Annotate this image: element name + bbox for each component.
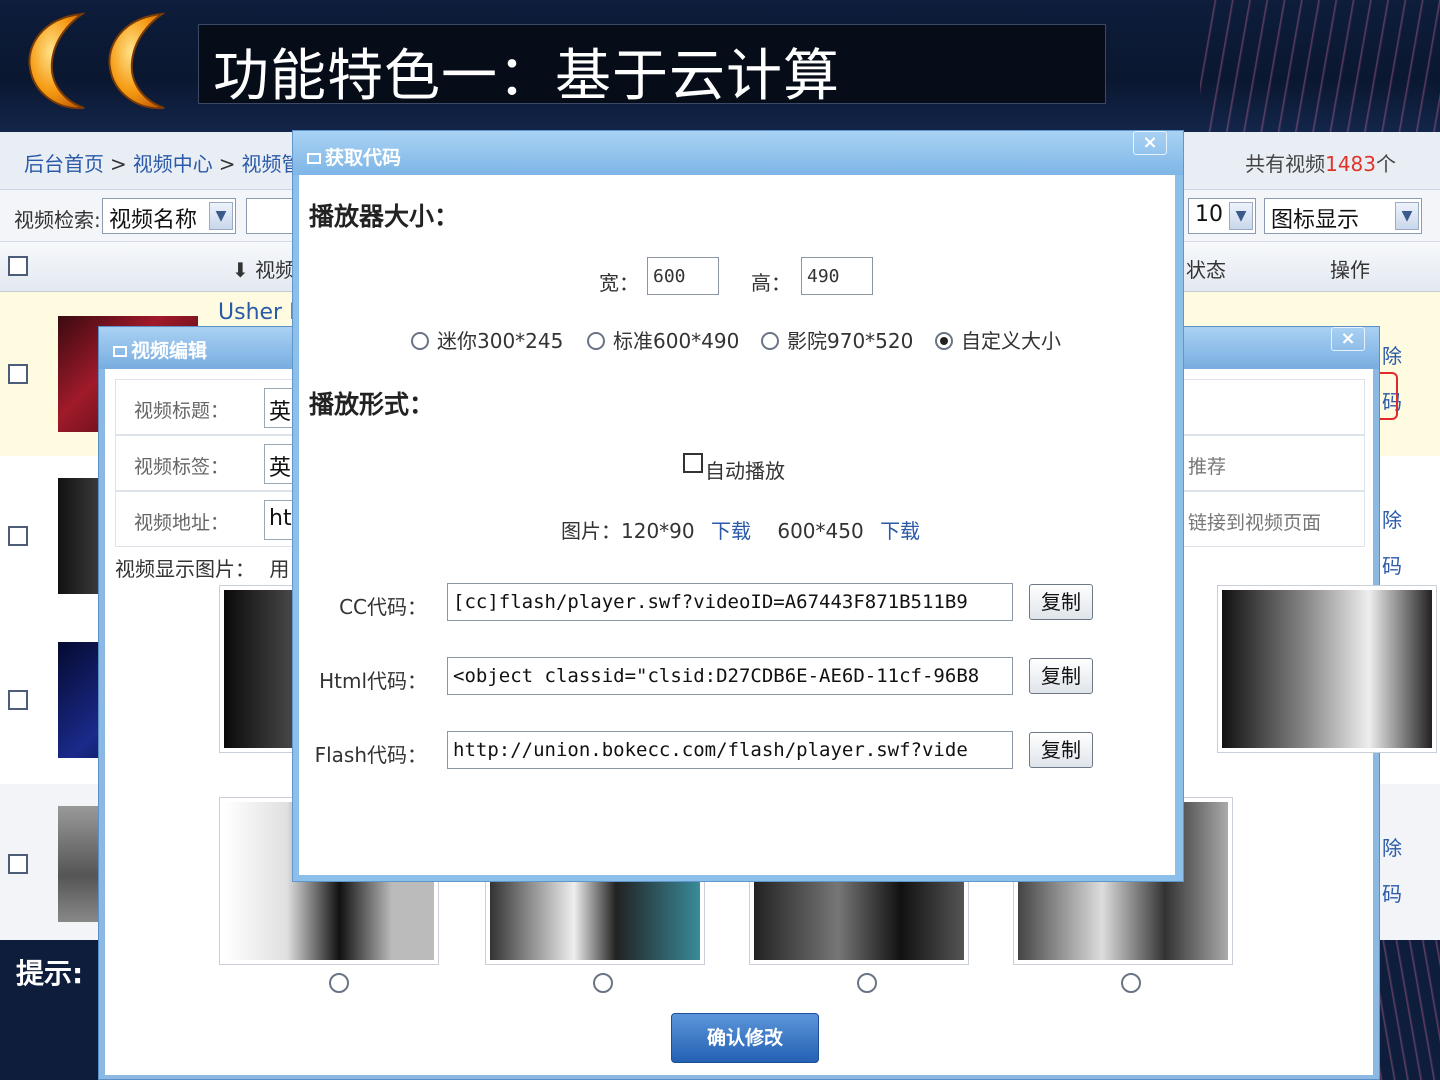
select-all-checkbox[interactable] (8, 256, 28, 276)
player-size-title: 播放器大小： (309, 202, 460, 231)
delete-link[interactable]: 除 (1382, 832, 1402, 861)
size-option-mini[interactable]: 迷你300*245 (411, 325, 563, 354)
field-label: 视频标题： (134, 400, 230, 422)
window-icon (307, 153, 321, 164)
recommend-option[interactable]: 推荐 (1188, 452, 1226, 479)
width-label: 宽： (599, 271, 639, 295)
thumbnail-radio[interactable] (593, 973, 613, 993)
tip-label: 提示: (16, 957, 84, 990)
edit-modal-title-text: 视频编辑 (131, 340, 208, 362)
copy-flash-button[interactable]: 复制 (1029, 732, 1093, 768)
breadcrumb-separator: > (218, 152, 236, 176)
copy-cc-button[interactable]: 复制 (1029, 584, 1093, 620)
height-label: 高： (751, 271, 791, 295)
delete-link[interactable]: 除 (1382, 504, 1402, 533)
cc-logo-icon (28, 12, 166, 110)
get-code-link[interactable]: 码 (1382, 550, 1402, 579)
search-field-select[interactable]: 视频名称 ▼ (102, 198, 236, 234)
image-size-small: 图片：120*90 (561, 519, 695, 543)
breadcrumb-video-center[interactable]: 视频中心 (133, 152, 213, 176)
html-code-field[interactable]: <object classid="clsid:D27CDB6E-AE6D-11c… (447, 657, 1013, 695)
link-to-page-option[interactable]: 链接到视频页面 (1188, 508, 1321, 535)
size-option-cinema[interactable]: 影院970*520 (761, 325, 913, 354)
search-field-value: 视频名称 (109, 208, 198, 233)
per-page-select[interactable]: 10 ▼ (1188, 198, 1256, 234)
code-modal-title-text: 获取代码 (325, 147, 402, 169)
per-page-value: 10 (1195, 202, 1223, 227)
thumbnail-image (1222, 590, 1432, 748)
flash-code-label: Flash代码： (314, 743, 427, 767)
search-label: 视频检索: (14, 208, 101, 232)
header-decoration (1200, 0, 1440, 132)
image-size-large: 600*450 (777, 519, 864, 543)
breadcrumb-home[interactable]: 后台首页 (24, 152, 104, 176)
cc-code-label: CC代码： (339, 595, 427, 619)
footer-decoration (1370, 940, 1440, 1080)
size-option-custom[interactable]: 自定义大小 (935, 325, 1061, 354)
display-mode-value: 图标显示 (1271, 208, 1360, 233)
field-label: 视频标签： (134, 456, 230, 478)
video-count-value: 1483 (1325, 152, 1376, 176)
code-modal-title: 获取代码 (307, 143, 401, 170)
video-count-prefix: 共有视频 (1245, 152, 1326, 176)
cc-code-field[interactable]: [cc]flash/player.swf?videoID=A67443F871B… (447, 583, 1013, 621)
width-input[interactable]: 600 (647, 257, 719, 295)
confirm-edit-button[interactable]: 确认修改 (671, 1013, 819, 1063)
autoplay-label: 自动播放 (705, 459, 785, 483)
row-checkbox[interactable] (8, 364, 28, 384)
image-label: 视频显示图片： 用 (115, 553, 289, 582)
image-label-tail: 用 (269, 557, 290, 581)
thumbnail-radio[interactable] (1121, 973, 1141, 993)
download-small-link[interactable]: 下载 (711, 519, 751, 543)
video-count-suffix: 个 (1376, 152, 1396, 176)
slide-title-box: 功能特色一：基于云计算 (198, 24, 1106, 109)
breadcrumb-separator: > (110, 152, 127, 176)
column-ops: 操作 (1330, 258, 1370, 282)
size-option-label: 迷你300*245 (437, 329, 564, 353)
size-option-label: 影院970*520 (787, 329, 914, 353)
radio-checked-icon (935, 332, 953, 350)
window-icon (113, 346, 127, 357)
chevron-down-icon: ▼ (1395, 202, 1419, 230)
size-option-label: 标准600*490 (613, 329, 740, 353)
size-option-standard[interactable]: 标准600*490 (587, 325, 739, 354)
copy-html-button[interactable]: 复制 (1029, 658, 1093, 694)
close-icon[interactable]: × (1331, 327, 1365, 351)
download-large-link[interactable]: 下载 (880, 519, 920, 543)
column-video[interactable]: ⬇ 视频 (232, 254, 295, 283)
slide-title: 功能特色一：基于云计算 (213, 44, 840, 109)
display-mode-select[interactable]: 图标显示 ▼ (1264, 198, 1422, 234)
row-checkbox[interactable] (8, 690, 28, 710)
chevron-down-icon: ▼ (1229, 202, 1253, 230)
radio-icon (411, 332, 429, 350)
delete-link[interactable]: 除 (1382, 340, 1402, 369)
get-code-link[interactable]: 码 (1382, 878, 1402, 907)
close-icon[interactable]: × (1133, 131, 1167, 155)
image-label-text: 视频显示图片： (115, 557, 255, 581)
column-status: 状态 (1186, 258, 1226, 282)
thumbnail-option[interactable] (1217, 585, 1437, 753)
radio-icon (761, 332, 779, 350)
radio-icon (587, 332, 605, 350)
autoplay-checkbox[interactable] (683, 453, 703, 473)
row-checkbox[interactable] (8, 854, 28, 874)
video-count: 共有视频1483个 (1245, 148, 1396, 177)
height-input[interactable]: 490 (801, 257, 873, 295)
field-label: 视频地址： (134, 512, 230, 534)
row-checkbox[interactable] (8, 526, 28, 546)
size-option-label: 自定义大小 (961, 329, 1061, 353)
breadcrumb: 后台首页 > 视频中心 > 视频管 (24, 148, 302, 177)
edit-modal-title: 视频编辑 (113, 336, 207, 363)
slide-header: 功能特色一：基于云计算 (0, 0, 1440, 132)
thumbnail-radio[interactable] (857, 973, 877, 993)
code-modal-body: 播放器大小： 宽： 600 高： 490 迷你300*245 标准600*490… (299, 175, 1175, 875)
code-modal-titlebar[interactable]: 获取代码 × (293, 131, 1183, 175)
play-mode-title: 播放形式： (309, 390, 435, 419)
image-download-row: 图片：120*90 下载 600*450 下载 (561, 515, 920, 544)
thumbnail-radio[interactable] (329, 973, 349, 993)
get-code-modal: 获取代码 × 播放器大小： 宽： 600 高： 490 迷你300*245 标准… (292, 130, 1184, 882)
chevron-down-icon: ▼ (209, 202, 233, 230)
html-code-label: Html代码： (319, 669, 427, 693)
flash-code-field[interactable]: http://union.bokecc.com/flash/player.swf… (447, 731, 1013, 769)
